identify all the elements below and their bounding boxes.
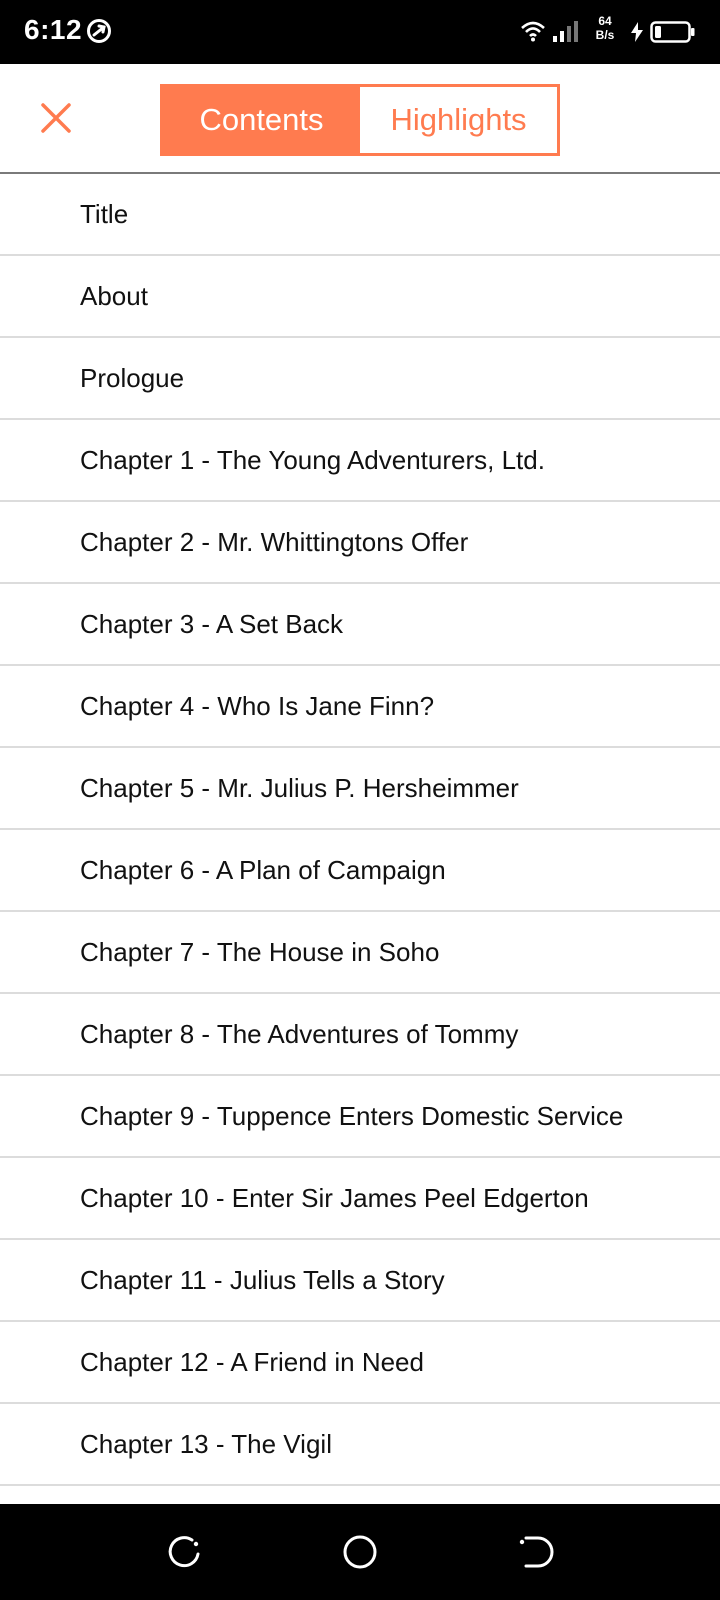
close-icon <box>41 103 71 133</box>
wifi-icon <box>520 20 546 47</box>
toc-item-chapter-6[interactable]: Chapter 6 - A Plan of Campaign <box>0 830 720 912</box>
network-speed: 64 B/s <box>588 14 622 42</box>
toc-item-chapter-12[interactable]: Chapter 12 - A Friend in Need <box>0 1322 720 1404</box>
home-button[interactable] <box>340 1532 380 1572</box>
toc-item-chapter-5[interactable]: Chapter 5 - Mr. Julius P. Hersheimmer <box>0 748 720 830</box>
toc-item-chapter-3[interactable]: Chapter 3 - A Set Back <box>0 584 720 666</box>
toc-item-chapter-1[interactable]: Chapter 1 - The Young Adventurers, Ltd. <box>0 420 720 502</box>
battery-icon <box>650 21 696 48</box>
toc-item-chapter-7[interactable]: Chapter 7 - The House in Soho <box>0 912 720 994</box>
system-nav-bar <box>0 1504 720 1600</box>
toc-item-chapter-13[interactable]: Chapter 13 - The Vigil <box>0 1404 720 1486</box>
tab-contents[interactable]: Contents <box>163 87 360 153</box>
toc-item-chapter-9[interactable]: Chapter 9 - Tuppence Enters Domestic Ser… <box>0 1076 720 1158</box>
recents-button[interactable] <box>516 1532 556 1572</box>
toc-list: Title About Prologue Chapter 1 - The You… <box>0 174 720 1504</box>
toc-item-title[interactable]: Title <box>0 174 720 256</box>
charging-icon <box>630 22 644 47</box>
toc-item-chapter-8[interactable]: Chapter 8 - The Adventures of Tommy <box>0 994 720 1076</box>
toc-item-about[interactable]: About <box>0 256 720 338</box>
contents-highlights-toggle: Contents Highlights <box>160 84 560 156</box>
network-speed-unit: B/s <box>595 28 615 42</box>
toc-item-chapter-2[interactable]: Chapter 2 - Mr. Whittingtons Offer <box>0 502 720 584</box>
close-button[interactable] <box>30 92 82 144</box>
tab-highlights[interactable]: Highlights <box>360 87 557 153</box>
toc-header: Contents Highlights <box>0 64 720 174</box>
toc-item-chapter-10[interactable]: Chapter 10 - Enter Sir James Peel Edgert… <box>0 1158 720 1240</box>
recents-icon <box>519 1536 554 1568</box>
toc-item-chapter-11[interactable]: Chapter 11 - Julius Tells a Story <box>0 1240 720 1322</box>
back-button[interactable] <box>164 1532 204 1572</box>
toc-item-prologue[interactable]: Prologue <box>0 338 720 420</box>
home-icon <box>343 1535 377 1569</box>
back-icon <box>168 1536 200 1568</box>
signal-icon <box>552 20 578 47</box>
toc-item-partial[interactable] <box>0 1486 720 1504</box>
toc-item-chapter-4[interactable]: Chapter 4 - Who Is Jane Finn? <box>0 666 720 748</box>
status-time: 6:12 <box>24 14 83 45</box>
notification-icon <box>86 18 112 49</box>
status-bar: 6:12 64 B/s <box>0 0 720 64</box>
network-speed-value: 64 <box>598 14 612 28</box>
